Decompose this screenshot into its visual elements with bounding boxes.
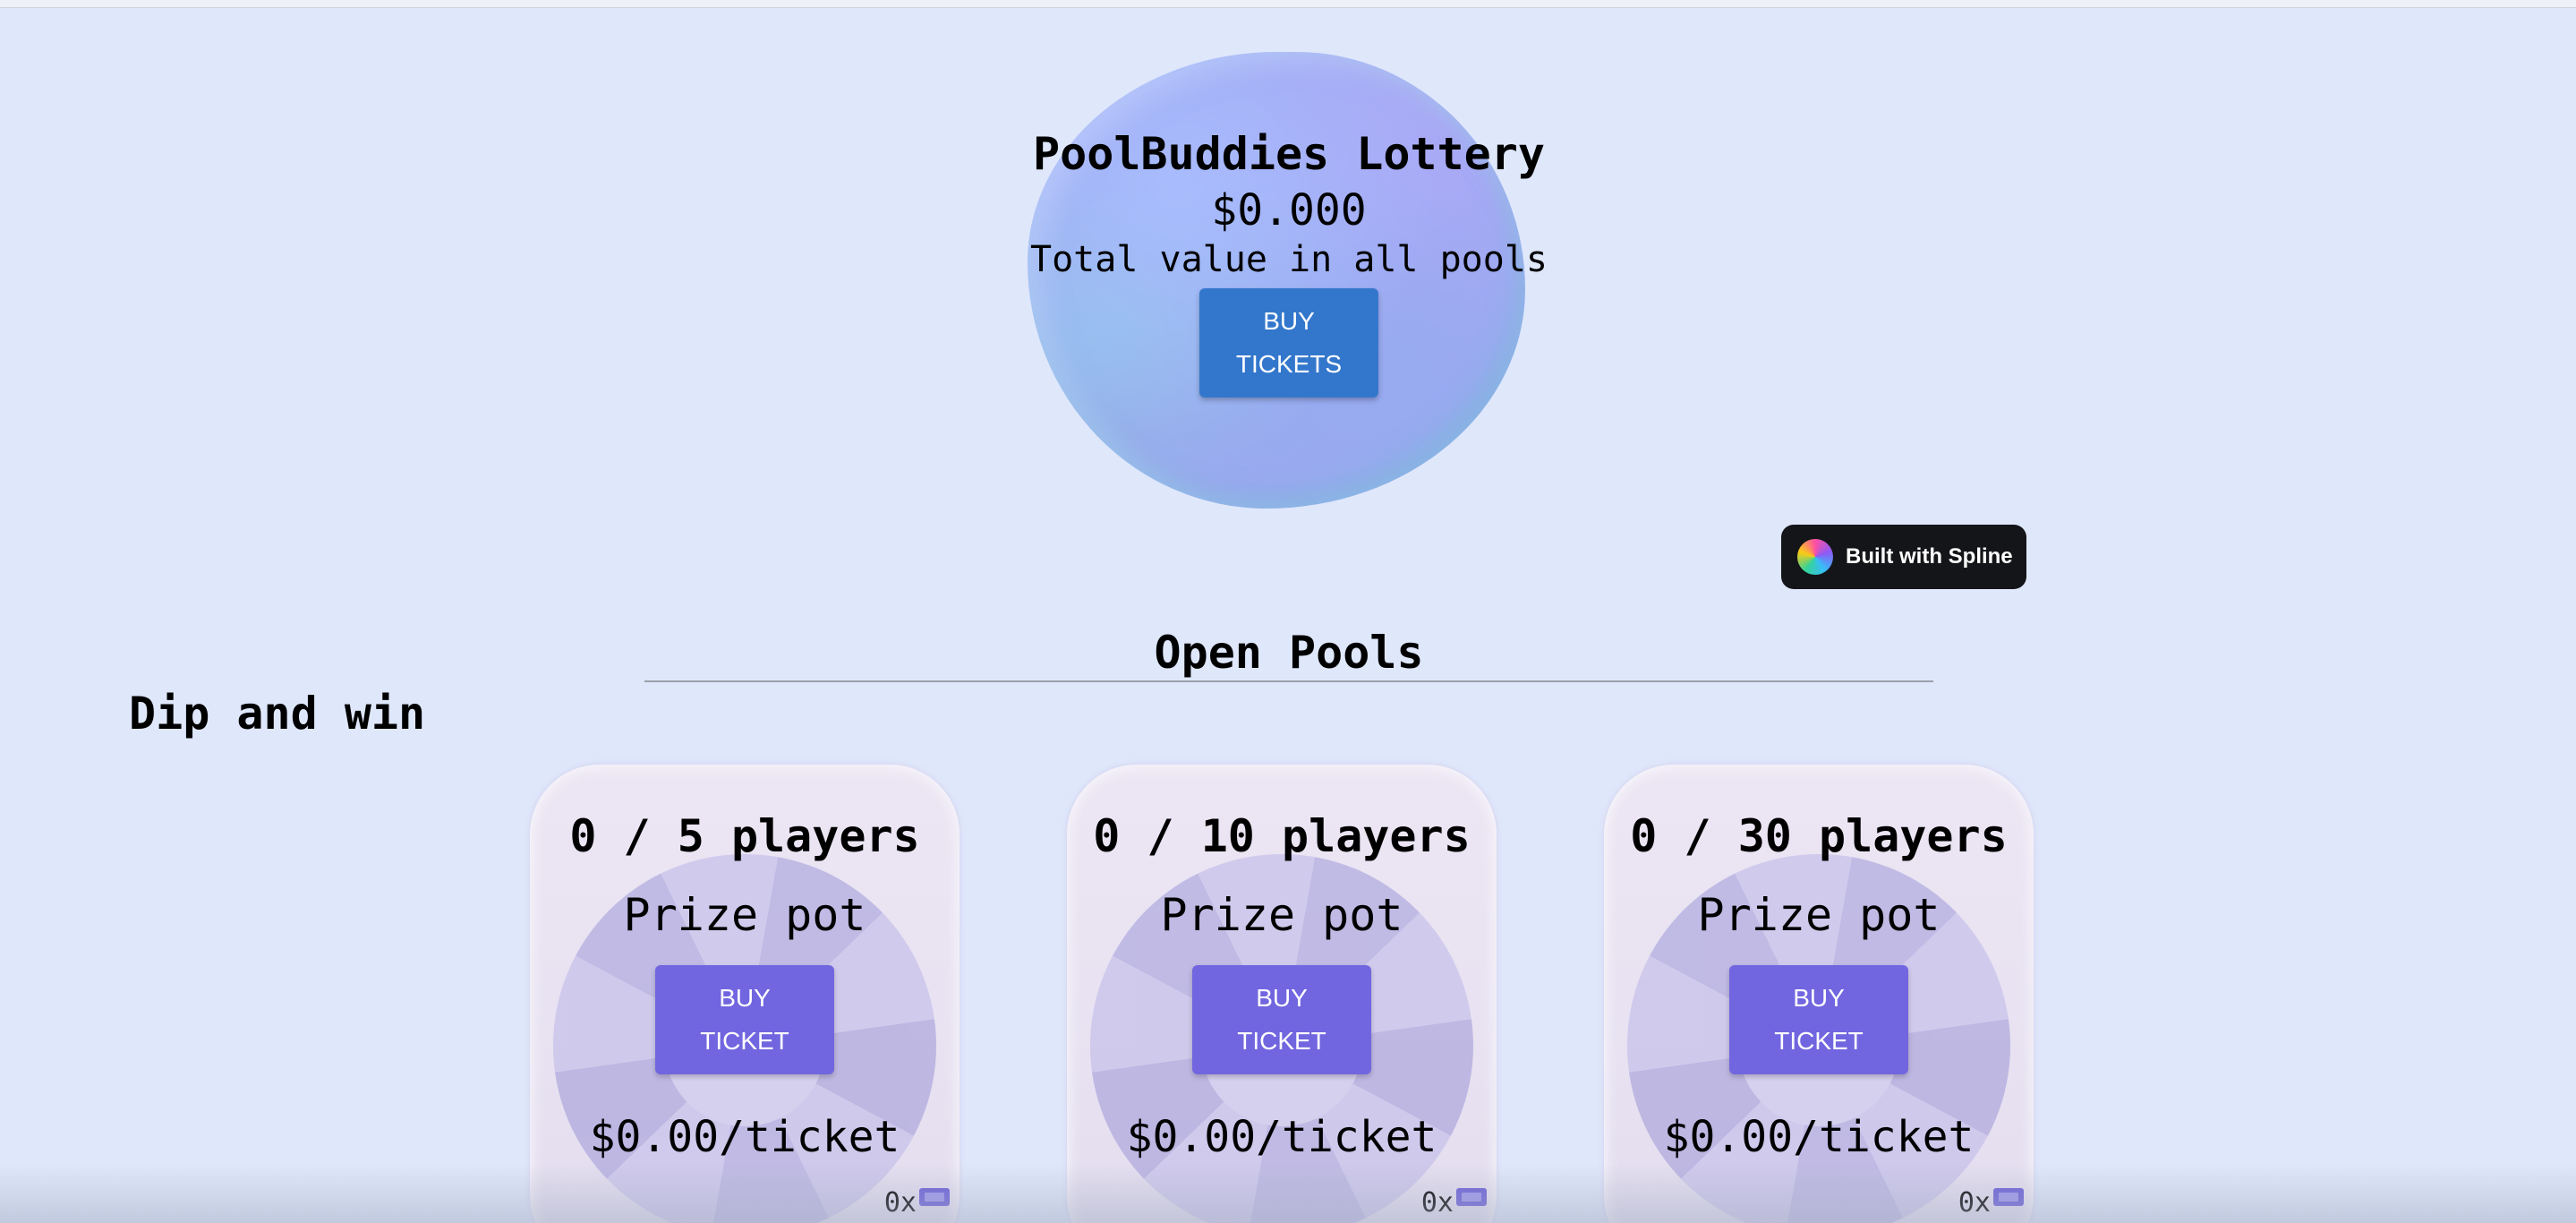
total-value: $0.000 [1211,185,1367,235]
ticket-count: 0x [884,1185,951,1221]
ticket-price: $0.00/ticket [1126,1112,1437,1162]
top-border [0,0,2576,8]
ticket-count: 0x [1421,1185,1488,1221]
ticket-count-value: 0x [1958,1187,1991,1219]
buy-ticket-label-line1: BUY [1256,984,1308,1012]
built-with-spline-badge[interactable]: Built with Spline [1781,525,2026,589]
buy-tickets-button[interactable]: BUY TICKETS [1199,288,1378,398]
spline-logo-icon [1797,539,1833,575]
buy-tickets-label-line2: TICKETS [1235,350,1343,378]
pool-players: 0 / 5 players [569,810,920,862]
ticket-count-value: 0x [883,1187,917,1219]
open-pools-heading: Open Pools [1154,627,1424,679]
buy-ticket-label-line2: TICKET [1237,1027,1326,1055]
pool-card: 0 / 30 players Prize pot BUY TICKET $0.0… [1604,765,2034,1223]
buy-ticket-button[interactable]: BUY TICKET [655,965,834,1074]
ticket-count-value: 0x [1420,1187,1454,1219]
pool-card: 0 / 5 players Prize pot BUY TICKET $0.00… [530,765,960,1223]
prize-pot-label: Prize pot [1160,889,1403,941]
hero-section: PoolBuddies Lottery $0.000 Total value i… [985,125,1593,398]
buy-ticket-label-line2: TICKET [1774,1027,1864,1055]
buy-ticket-label-line1: BUY [1793,984,1845,1012]
dip-and-win-heading: Dip and win [129,688,426,740]
page-title: PoolBuddies Lottery [1033,128,1545,180]
ticket-price: $0.00/ticket [589,1112,900,1162]
buy-ticket-button[interactable]: BUY TICKET [1192,965,1371,1074]
buy-ticket-label-line1: BUY [719,984,771,1012]
prize-pot-label: Prize pot [1697,889,1941,941]
section-divider [644,680,1933,682]
ticket-price: $0.00/ticket [1663,1112,1975,1162]
pool-players: 0 / 30 players [1630,810,2008,862]
total-value-label: Total value in all pools [1030,239,1548,280]
buy-ticket-button[interactable]: BUY TICKET [1729,965,1908,1074]
pool-card: 0 / 10 players Prize pot BUY TICKET $0.0… [1067,765,1497,1223]
ticket-icon [919,1188,950,1206]
buy-tickets-label-line1: BUY [1263,307,1315,335]
prize-pot-label: Prize pot [623,889,866,941]
buy-ticket-label-line2: TICKET [700,1027,789,1055]
pool-players: 0 / 10 players [1093,810,1471,862]
ticket-icon [1993,1188,2024,1206]
spline-badge-label: Built with Spline [1846,544,2013,569]
ticket-icon [1456,1188,1487,1206]
page: PoolBuddies Lottery $0.000 Total value i… [0,0,2576,1223]
ticket-count: 0x [1958,1185,2025,1221]
